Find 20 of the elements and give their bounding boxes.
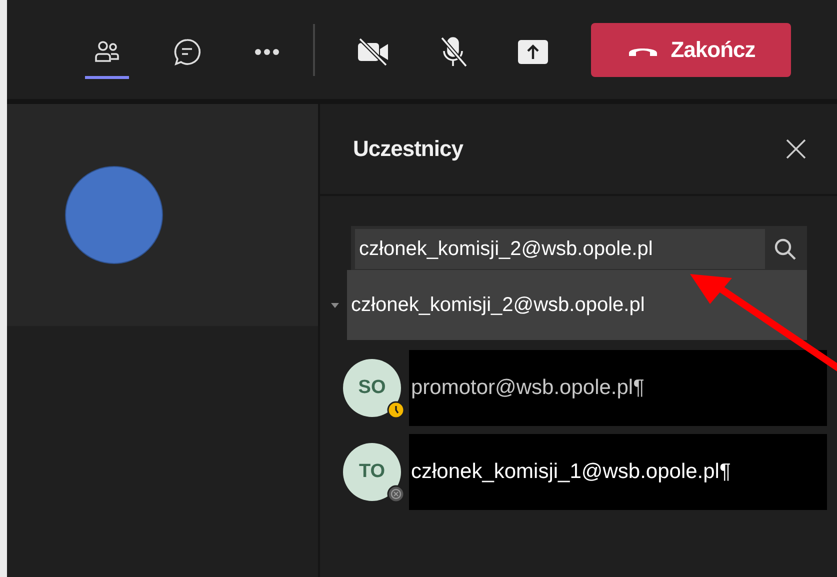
participant-name[interactable]: promotor@wsb.opole.pl¶ [409,350,827,426]
close-icon [785,138,807,160]
end-call-button[interactable]: Zakończ [591,22,791,76]
close-button[interactable] [785,138,807,160]
share-icon [517,39,549,65]
caret-icon [331,302,339,308]
camera-off-icon [356,37,390,67]
panel-title: Uczestnicy [353,136,463,162]
search-icon [773,237,797,261]
avatar-initials: SO [358,377,386,399]
avatar-initials: TO [358,461,386,483]
participant-name[interactable]: członek_komisji_1@wsb.opole.pl¶ [409,434,827,510]
mic-off-icon [438,35,468,69]
more-icon [254,48,280,56]
clock-badge-icon [387,401,405,419]
chat-icon [172,37,202,67]
search-field[interactable]: członek_komisji_2@wsb.opole.pl [351,226,807,270]
people-icon [94,39,120,65]
offline-badge-icon [387,485,405,503]
suggestion-item[interactable]: członek_komisji_2@wsb.opole.pl [347,270,807,340]
